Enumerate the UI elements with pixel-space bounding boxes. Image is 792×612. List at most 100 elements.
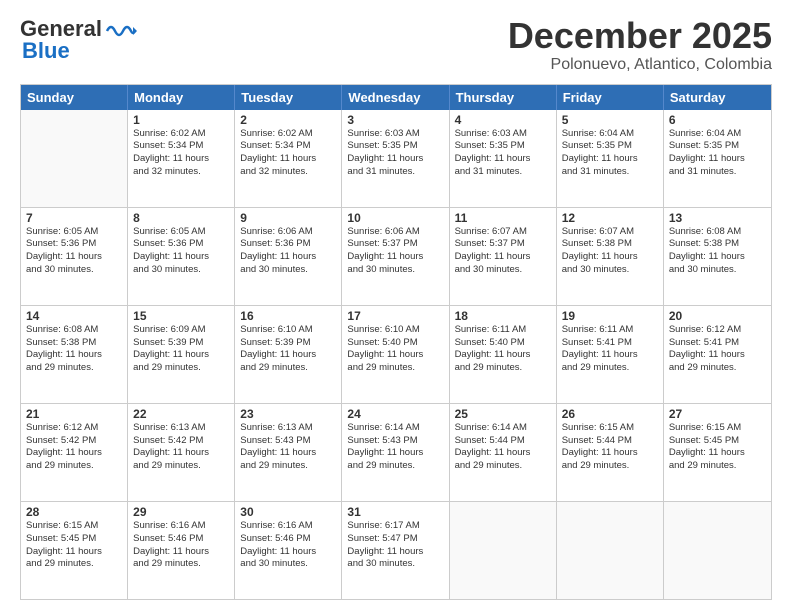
header: General Blue December 2025 Polonuevo, At… [20,16,772,74]
calendar-row-2: 7 Sunrise: 6:05 AM Sunset: 5:36 PM Daylig… [21,207,771,305]
day-info: Sunrise: 6:07 AM Sunset: 5:37 PM Dayligh… [455,226,551,277]
calendar-day-4: 4Sunrise: 6:03 AM Sunset: 5:35 PM Daylig… [450,110,557,207]
day-number: 28 [26,505,122,519]
day-info: Sunrise: 6:15 AM Sunset: 5:45 PM Dayligh… [669,422,766,473]
day-number: 15 [133,309,229,323]
day-info: Sunrise: 6:08 AM Sunset: 5:38 PM Dayligh… [669,226,766,277]
day-info: Sunrise: 6:12 AM Sunset: 5:41 PM Dayligh… [669,324,766,375]
calendar-day-29: 29Sunrise: 6:16 AM Sunset: 5:46 PM Dayli… [128,502,235,599]
day-info: Sunrise: 6:15 AM Sunset: 5:44 PM Dayligh… [562,422,658,473]
day-number: 26 [562,407,658,421]
calendar-day-25: 25Sunrise: 6:14 AM Sunset: 5:44 PM Dayli… [450,404,557,501]
calendar-day-3: 3Sunrise: 6:03 AM Sunset: 5:35 PM Daylig… [342,110,449,207]
day-info: Sunrise: 6:16 AM Sunset: 5:46 PM Dayligh… [133,520,229,571]
calendar-day-19: 19Sunrise: 6:11 AM Sunset: 5:41 PM Dayli… [557,306,664,403]
weekday-header-saturday: Saturday [664,85,771,110]
logo: General Blue [20,16,137,64]
day-info: Sunrise: 6:11 AM Sunset: 5:40 PM Dayligh… [455,324,551,375]
calendar-day-24: 24Sunrise: 6:14 AM Sunset: 5:43 PM Dayli… [342,404,449,501]
day-info: Sunrise: 6:02 AM Sunset: 5:34 PM Dayligh… [240,128,336,179]
day-number: 14 [26,309,122,323]
weekday-header-monday: Monday [128,85,235,110]
weekday-header-tuesday: Tuesday [235,85,342,110]
calendar-day-21: 21Sunrise: 6:12 AM Sunset: 5:42 PM Dayli… [21,404,128,501]
calendar-row-5: 28Sunrise: 6:15 AM Sunset: 5:45 PM Dayli… [21,501,771,599]
day-number: 3 [347,113,443,127]
calendar-header: SundayMondayTuesdayWednesdayThursdayFrid… [21,85,771,110]
calendar-day-31: 31Sunrise: 6:17 AM Sunset: 5:47 PM Dayli… [342,502,449,599]
day-info: Sunrise: 6:17 AM Sunset: 5:47 PM Dayligh… [347,520,443,571]
weekday-header-wednesday: Wednesday [342,85,449,110]
day-number: 16 [240,309,336,323]
day-info: Sunrise: 6:13 AM Sunset: 5:43 PM Dayligh… [240,422,336,473]
day-info: Sunrise: 6:14 AM Sunset: 5:43 PM Dayligh… [347,422,443,473]
day-info: Sunrise: 6:12 AM Sunset: 5:42 PM Dayligh… [26,422,122,473]
day-info: Sunrise: 6:02 AM Sunset: 5:34 PM Dayligh… [133,128,229,179]
title-block: December 2025 Polonuevo, Atlantico, Colo… [508,16,772,74]
day-info: Sunrise: 6:13 AM Sunset: 5:42 PM Dayligh… [133,422,229,473]
day-number: 21 [26,407,122,421]
calendar-day-14: 14Sunrise: 6:08 AM Sunset: 5:38 PM Dayli… [21,306,128,403]
day-number: 22 [133,407,229,421]
calendar-day-6: 6Sunrise: 6:04 AM Sunset: 5:35 PM Daylig… [664,110,771,207]
day-info: Sunrise: 6:03 AM Sunset: 5:35 PM Dayligh… [455,128,551,179]
page: General Blue December 2025 Polonuevo, At… [0,0,792,612]
day-info: Sunrise: 6:10 AM Sunset: 5:40 PM Dayligh… [347,324,443,375]
logo-wave-icon [105,21,137,39]
day-info: Sunrise: 6:04 AM Sunset: 5:35 PM Dayligh… [669,128,766,179]
calendar-day-11: 11Sunrise: 6:07 AM Sunset: 5:37 PM Dayli… [450,208,557,305]
weekday-header-friday: Friday [557,85,664,110]
calendar-day-26: 26Sunrise: 6:15 AM Sunset: 5:44 PM Dayli… [557,404,664,501]
day-number: 4 [455,113,551,127]
calendar-day-17: 17Sunrise: 6:10 AM Sunset: 5:40 PM Dayli… [342,306,449,403]
day-info: Sunrise: 6:16 AM Sunset: 5:46 PM Dayligh… [240,520,336,571]
day-number: 31 [347,505,443,519]
calendar-day-28: 28Sunrise: 6:15 AM Sunset: 5:45 PM Dayli… [21,502,128,599]
calendar-title: December 2025 [508,16,772,56]
calendar-day-30: 30Sunrise: 6:16 AM Sunset: 5:46 PM Dayli… [235,502,342,599]
calendar-day-2: 2Sunrise: 6:02 AM Sunset: 5:34 PM Daylig… [235,110,342,207]
day-info: Sunrise: 6:06 AM Sunset: 5:37 PM Dayligh… [347,226,443,277]
day-number: 5 [562,113,658,127]
day-number: 24 [347,407,443,421]
day-info: Sunrise: 6:07 AM Sunset: 5:38 PM Dayligh… [562,226,658,277]
calendar-day-1: 1Sunrise: 6:02 AM Sunset: 5:34 PM Daylig… [128,110,235,207]
day-number: 7 [26,211,122,225]
calendar-row-3: 14Sunrise: 6:08 AM Sunset: 5:38 PM Dayli… [21,305,771,403]
day-info: Sunrise: 6:14 AM Sunset: 5:44 PM Dayligh… [455,422,551,473]
calendar-day-8: 8Sunrise: 6:05 AM Sunset: 5:36 PM Daylig… [128,208,235,305]
day-number: 23 [240,407,336,421]
day-info: Sunrise: 6:15 AM Sunset: 5:45 PM Dayligh… [26,520,122,571]
day-number: 2 [240,113,336,127]
day-info: Sunrise: 6:05 AM Sunset: 5:36 PM Dayligh… [133,226,229,277]
day-number: 6 [669,113,766,127]
day-number: 30 [240,505,336,519]
logo-blue: Blue [22,38,70,64]
day-number: 20 [669,309,766,323]
day-number: 17 [347,309,443,323]
calendar-row-4: 21Sunrise: 6:12 AM Sunset: 5:42 PM Dayli… [21,403,771,501]
calendar-day-7: 7Sunrise: 6:05 AM Sunset: 5:36 PM Daylig… [21,208,128,305]
day-number: 13 [669,211,766,225]
weekday-header-thursday: Thursday [450,85,557,110]
calendar-day-15: 15Sunrise: 6:09 AM Sunset: 5:39 PM Dayli… [128,306,235,403]
day-info: Sunrise: 6:04 AM Sunset: 5:35 PM Dayligh… [562,128,658,179]
calendar-day-12: 12Sunrise: 6:07 AM Sunset: 5:38 PM Dayli… [557,208,664,305]
day-number: 9 [240,211,336,225]
calendar-day-13: 13Sunrise: 6:08 AM Sunset: 5:38 PM Dayli… [664,208,771,305]
calendar-day-20: 20Sunrise: 6:12 AM Sunset: 5:41 PM Dayli… [664,306,771,403]
calendar-subtitle: Polonuevo, Atlantico, Colombia [508,56,772,74]
day-info: Sunrise: 6:03 AM Sunset: 5:35 PM Dayligh… [347,128,443,179]
calendar-day-9: 9Sunrise: 6:06 AM Sunset: 5:36 PM Daylig… [235,208,342,305]
calendar-day-23: 23Sunrise: 6:13 AM Sunset: 5:43 PM Dayli… [235,404,342,501]
day-info: Sunrise: 6:08 AM Sunset: 5:38 PM Dayligh… [26,324,122,375]
day-number: 1 [133,113,229,127]
calendar-day-18: 18Sunrise: 6:11 AM Sunset: 5:40 PM Dayli… [450,306,557,403]
day-number: 19 [562,309,658,323]
calendar-row-1: 1Sunrise: 6:02 AM Sunset: 5:34 PM Daylig… [21,110,771,207]
day-number: 18 [455,309,551,323]
calendar-empty-cell [450,502,557,599]
day-number: 25 [455,407,551,421]
calendar: SundayMondayTuesdayWednesdayThursdayFrid… [20,84,772,600]
day-number: 12 [562,211,658,225]
